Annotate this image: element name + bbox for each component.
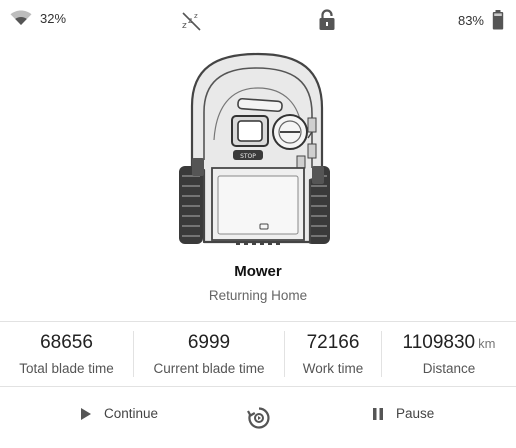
device-name: Mower <box>234 263 282 280</box>
lock-status[interactable] <box>318 9 336 31</box>
play-icon <box>81 407 91 420</box>
lock-icon <box>319 9 335 30</box>
stat-current-blade-time: 6999 Current blade time <box>134 323 284 385</box>
device-status: Returning Home <box>208 288 308 303</box>
stat-work-time: 72166 Work time <box>285 323 381 385</box>
stat-label: Current blade time <box>153 361 265 376</box>
stat-distance: 1109830 km Distance <box>382 323 516 385</box>
sleep-icon: z z z <box>182 12 201 31</box>
left-wheel <box>179 166 203 244</box>
svg-text:z: z <box>194 12 198 20</box>
action-bar: Continue Pause <box>0 398 516 438</box>
wifi-status: 32% <box>10 10 66 26</box>
stats-top-divider <box>0 321 516 322</box>
svg-text:z: z <box>182 21 187 31</box>
stats-bottom-divider <box>0 386 516 387</box>
sleep-status: z z z <box>180 11 204 31</box>
continue-button[interactable]: Continue <box>80 406 158 421</box>
pause-icon <box>373 407 383 420</box>
return-to-base-icon <box>247 407 270 429</box>
wifi-icon <box>10 10 32 25</box>
stat-value: 68656 <box>40 332 93 353</box>
stat-label: Total blade time <box>19 361 114 376</box>
stats-row: 68656 Total blade time 6999 Current blad… <box>0 323 516 385</box>
stat-value: 1109830 km <box>402 332 496 353</box>
pause-button[interactable]: Pause <box>372 406 434 421</box>
battery-status: 83% <box>458 10 504 30</box>
stat-label: Distance <box>422 361 476 376</box>
stat-value: 72166 <box>306 332 360 353</box>
stat-label: Work time <box>302 361 364 376</box>
return-to-base-button[interactable] <box>247 406 271 435</box>
battery-icon <box>492 10 504 30</box>
battery-level-text: 83% <box>457 12 484 28</box>
wifi-signal-text: 32% <box>40 10 67 26</box>
stat-unit: km <box>478 336 496 351</box>
stat-total-blade-time: 68656 Total blade time <box>0 323 133 385</box>
continue-label: Continue <box>104 406 159 421</box>
pause-label: Pause <box>396 406 435 421</box>
stat-value: 6999 <box>187 332 231 353</box>
svg-text:STOP: STOP <box>240 153 256 160</box>
mower-image: STOP <box>179 52 330 245</box>
status-bar: 32% z z z 83% <box>0 0 516 42</box>
